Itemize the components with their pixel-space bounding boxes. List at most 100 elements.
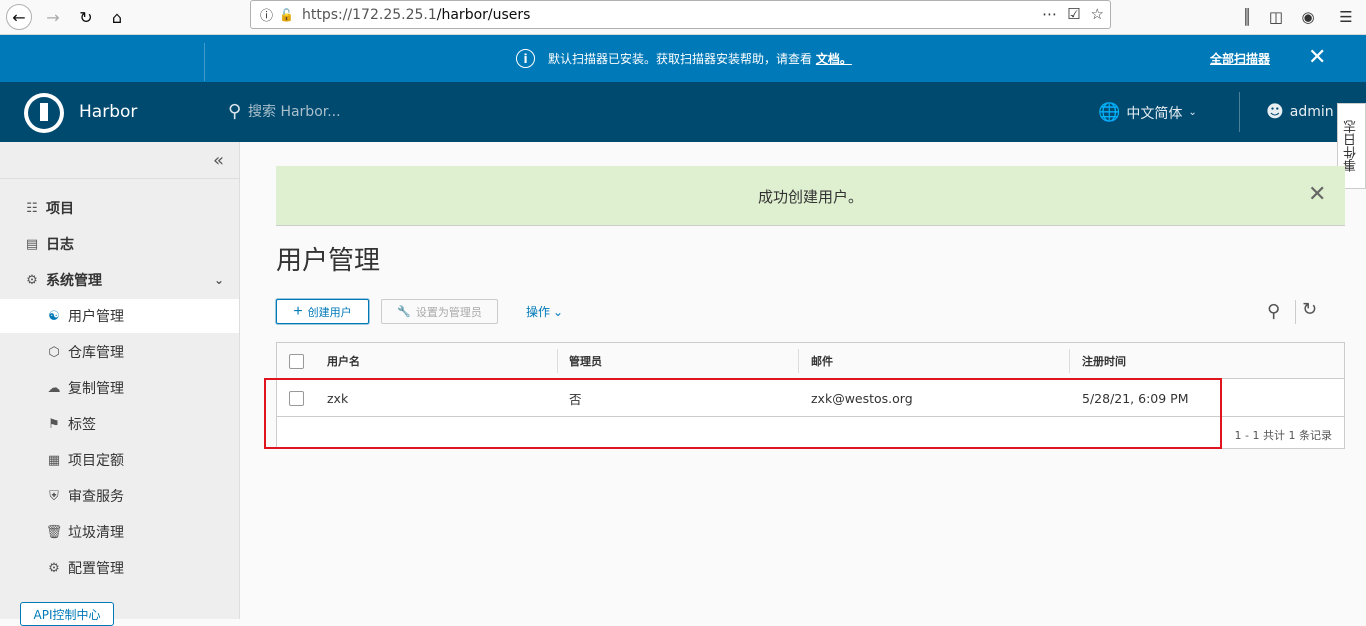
search-icon: ⚲	[228, 101, 242, 122]
admin-icon: ⚙	[26, 272, 38, 288]
gear-icon: ⚙	[48, 560, 60, 576]
column-header-username[interactable]: 用户名	[327, 343, 360, 379]
url-path: /harbor/users	[436, 6, 531, 23]
sidebar-item-labels[interactable]: ⚑ 标签	[0, 407, 239, 441]
sidebar-item-label: 日志	[46, 237, 74, 253]
user-icon: ☻	[1266, 102, 1284, 122]
account-icon[interactable]: ◉	[1297, 6, 1319, 28]
set-admin-button[interactable]: 🔧 设置为管理员	[381, 299, 498, 324]
column-separator[interactable]	[798, 349, 799, 373]
library-icon[interactable]: ║	[1236, 6, 1258, 28]
wrench-icon: 🔧	[397, 306, 411, 318]
sidebar-item-quotas[interactable]: ▦ 项目定额	[0, 443, 239, 477]
sidebar-item-users[interactable]: ☯ 用户管理	[0, 299, 239, 333]
info-icon: i	[516, 49, 535, 68]
docs-link[interactable]: 文档。	[816, 52, 852, 66]
harbor-logo[interactable]	[24, 93, 64, 133]
sidebar-item-label: 项目	[46, 201, 74, 217]
refresh-icon[interactable]: ↻	[1302, 299, 1317, 320]
plus-icon: +	[293, 302, 303, 320]
search-icon[interactable]: ⚲	[1267, 301, 1280, 322]
sidebar-item-label: 项目定额	[68, 453, 124, 469]
projects-icon: ☷	[26, 200, 38, 216]
registry-icon: ⬡	[48, 344, 60, 360]
sidebar-item-replication[interactable]: ☁ 复制管理	[0, 371, 239, 405]
scanner-banner: i 默认扫描器已安装。获取扫描器安装帮助，请查看 文档。 全部扫描器 ✕	[0, 35, 1366, 82]
banner-message: 默认扫描器已安装。获取扫描器安装帮助，请查看 文档。	[548, 50, 852, 67]
users-icon: ☯	[48, 308, 60, 324]
logs-icon: ▤	[25, 236, 39, 252]
column-separator[interactable]	[1069, 349, 1070, 373]
sidebar: « ☷ 项目 ▤ 日志 ⚙ 系统管理 ⌄ ☯ 用户管理 ⬡ 仓库管理 ☁ 复制管…	[0, 142, 240, 626]
close-icon[interactable]: ✕	[1308, 45, 1326, 70]
sidebar-item-registries[interactable]: ⬡ 仓库管理	[0, 335, 239, 369]
sidebar-item-label: 仓库管理	[68, 345, 124, 361]
column-header-admin[interactable]: 管理员	[569, 343, 602, 379]
create-user-button[interactable]: + 创建用户	[276, 299, 369, 324]
sidebar-item-gc[interactable]: 🗑 垃圾清理	[0, 515, 239, 549]
column-separator[interactable]	[557, 349, 558, 373]
forward-arrow-icon[interactable]: →	[40, 4, 66, 30]
user-menu[interactable]: ☻ admin	[1266, 102, 1334, 122]
row-checkbox[interactable]	[289, 391, 304, 406]
reload-icon[interactable]: ↻	[73, 4, 99, 30]
create-user-label: 创建用户	[307, 306, 352, 319]
username-label: admin	[1289, 104, 1334, 120]
brand-name[interactable]: Harbor	[79, 102, 137, 122]
header-divider	[1239, 92, 1240, 132]
cell-registered: 5/28/21, 6:09 PM	[1082, 391, 1189, 406]
collapse-sidebar-icon[interactable]: «	[213, 150, 224, 171]
pocket-icon[interactable]: ☑	[1067, 5, 1080, 23]
sidebar-item-label: 用户管理	[68, 309, 124, 325]
alert-text: 成功创建用户。	[757, 188, 863, 206]
actions-dropdown[interactable]: 操作 ⌄	[526, 303, 563, 320]
table-header: 用户名 管理员 邮件 注册时间	[277, 343, 1344, 379]
bookmark-star-icon[interactable]: ☆	[1091, 5, 1104, 23]
browser-toolbar: ← → ↻ ⌂ ⓘ 🔓 https://172.25.25.1/harbor/u…	[0, 0, 1366, 35]
address-bar[interactable]: ⓘ 🔓 https://172.25.25.1/harbor/users ⋯ ☑…	[250, 0, 1111, 29]
actions-label: 操作	[526, 305, 551, 319]
app-header: Harbor ⚲ 🌐 中文简体 ⌄ ☻ admin	[0, 82, 1366, 142]
table-row[interactable]: zxk 否 zxk@westos.org 5/28/21, 6:09 PM	[277, 380, 1344, 417]
url-text[interactable]: https://172.25.25.1/harbor/users	[302, 7, 530, 23]
toolbar-divider	[1295, 300, 1296, 324]
chevron-down-icon: ⌄	[1188, 107, 1197, 118]
event-log-label: 事件日志	[1344, 120, 1359, 172]
insecure-lock-icon[interactable]: 🔓	[279, 8, 294, 22]
quota-icon: ▦	[47, 452, 61, 468]
shield-icon: ⛨	[49, 488, 59, 504]
set-admin-label: 设置为管理员	[415, 306, 482, 319]
success-alert: 成功创建用户。 ✕	[276, 166, 1345, 226]
back-arrow-icon[interactable]: ←	[6, 4, 32, 30]
sidebar-item-logs[interactable]: ▤ 日志	[0, 227, 239, 261]
chevron-down-icon: ⌄	[553, 304, 564, 319]
sidebar-toggle-icon[interactable]: ◫	[1265, 6, 1287, 28]
sidebar-item-label: 配置管理	[68, 561, 124, 577]
sidebar-item-label: 审查服务	[68, 489, 124, 505]
global-search-input[interactable]	[248, 101, 548, 123]
language-label: 中文简体	[1126, 105, 1183, 122]
sidebar-divider	[0, 178, 239, 179]
sidebar-item-admin[interactable]: ⚙ 系统管理 ⌄	[0, 263, 239, 297]
table-footer-count: 1 - 1 共计 1 条记录	[1234, 429, 1332, 442]
banner-divider	[204, 43, 205, 81]
column-header-registered[interactable]: 注册时间	[1082, 343, 1126, 379]
sidebar-item-projects[interactable]: ☷ 项目	[0, 191, 239, 225]
users-table: 用户名 管理员 邮件 注册时间 zxk 否 zxk@westos.org 5/2…	[276, 342, 1345, 449]
menu-icon[interactable]: ☰	[1335, 6, 1357, 28]
api-explorer-button[interactable]: API控制中心	[20, 602, 114, 626]
sidebar-item-interrogation[interactable]: ⛨ 审查服务	[0, 479, 239, 513]
close-icon[interactable]: ✕	[1308, 182, 1326, 207]
replication-icon: ☁	[47, 380, 61, 396]
cell-username: zxk	[327, 391, 349, 406]
all-scanners-link[interactable]: 全部扫描器	[1210, 50, 1270, 67]
column-header-email[interactable]: 邮件	[811, 343, 833, 379]
page-info-icon[interactable]: ⓘ	[260, 5, 273, 24]
page-title: 用户管理	[276, 246, 381, 276]
sidebar-item-config[interactable]: ⚙ 配置管理	[0, 551, 239, 585]
select-all-checkbox[interactable]	[289, 354, 304, 369]
language-selector[interactable]: 🌐 中文简体 ⌄	[1098, 102, 1197, 123]
chevron-down-icon: ⌄	[214, 273, 225, 287]
page-actions-icon[interactable]: ⋯	[1042, 5, 1057, 23]
home-icon[interactable]: ⌂	[104, 4, 130, 30]
